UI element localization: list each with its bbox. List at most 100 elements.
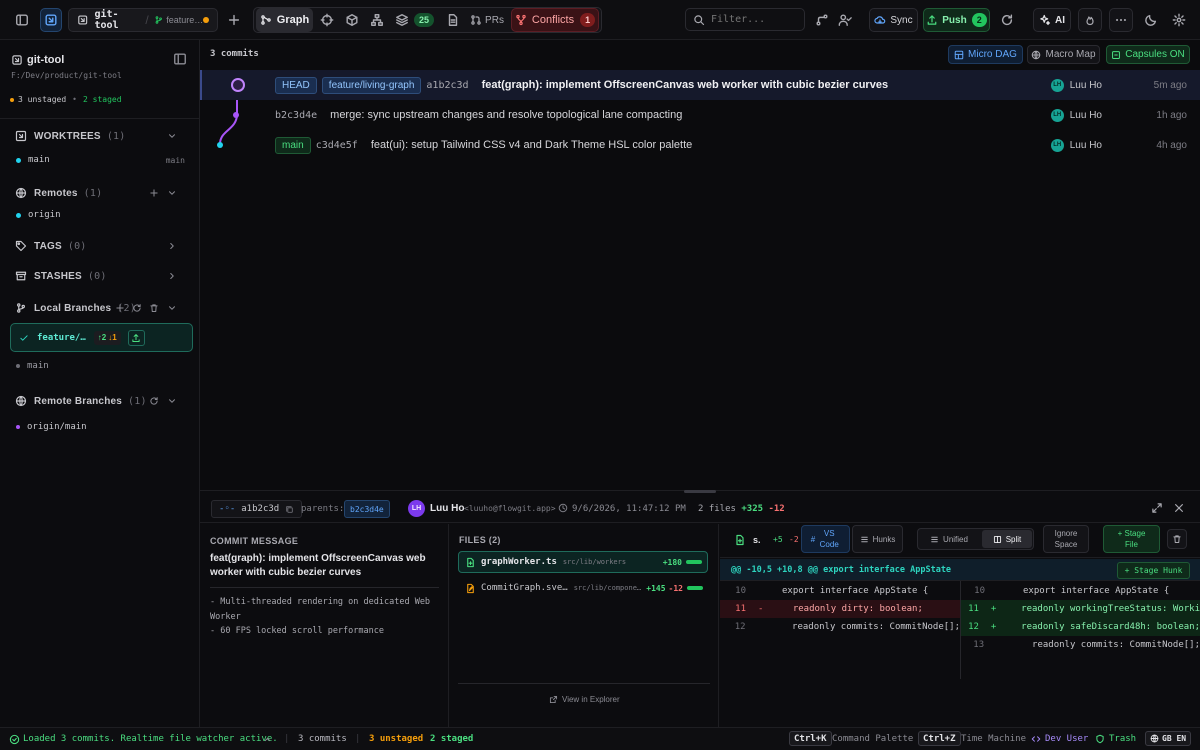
vscode-label: VS Code bbox=[819, 529, 839, 549]
remote-branches-header[interactable]: Remote Branches (1) bbox=[15, 395, 190, 407]
micro-dag-button[interactable]: Micro DAG bbox=[948, 45, 1023, 64]
tab-focus[interactable] bbox=[316, 8, 338, 32]
status-unstaged[interactable]: 3 unstaged bbox=[369, 734, 423, 744]
push-branch-button[interactable] bbox=[127, 329, 145, 346]
chevron-right-icon[interactable] bbox=[167, 241, 177, 251]
commit-row[interactable]: b2c3d4e merge: sync upstream changes and… bbox=[200, 100, 1200, 130]
refresh-icon[interactable] bbox=[132, 303, 142, 313]
filter-input[interactable] bbox=[711, 14, 796, 25]
file-item[interactable]: graphWorker.ts src/lib/workers +180 bbox=[458, 551, 708, 573]
view-in-explorer-label: View in Explorer bbox=[562, 695, 620, 704]
parent-hash[interactable]: b2c3d4e bbox=[344, 500, 390, 518]
command-palette-shortcut[interactable]: Ctrl+K bbox=[789, 731, 832, 746]
theme-toggle-button[interactable] bbox=[1140, 8, 1162, 32]
stashes-header[interactable]: STASHES (0) bbox=[15, 270, 190, 282]
commit-row[interactable]: HEAD feature/living-graph a1b2c3d feat(g… bbox=[200, 70, 1200, 100]
branch-tag[interactable]: feature/living-graph bbox=[321, 76, 422, 94]
split-label: Split bbox=[1005, 534, 1022, 544]
tags-header[interactable]: TAGS (0) bbox=[15, 240, 190, 252]
time-machine-shortcut[interactable]: Ctrl+Z bbox=[918, 731, 961, 746]
ai-button[interactable]: AI bbox=[1033, 8, 1071, 32]
tab-tree[interactable] bbox=[366, 8, 388, 32]
time-machine-label[interactable]: Time Machine bbox=[961, 734, 1026, 744]
commit-row[interactable]: main c3d4e5f feat(ui): setup Tailwind CS… bbox=[200, 130, 1200, 160]
chevron-up-icon[interactable] bbox=[263, 735, 272, 744]
filter-user-button[interactable] bbox=[834, 8, 856, 32]
filter-path-button[interactable] bbox=[811, 8, 833, 32]
tab-packages[interactable] bbox=[341, 8, 363, 32]
remote-item[interactable]: origin bbox=[16, 210, 191, 220]
head-tag: HEAD bbox=[275, 76, 317, 94]
behind-count: ↓1 bbox=[108, 333, 117, 342]
new-tab-button[interactable] bbox=[222, 8, 246, 32]
commit-message: feat(ui): setup Tailwind CSS v4 and Dark… bbox=[370, 139, 693, 151]
check-circle-icon bbox=[9, 734, 20, 745]
status-staged[interactable]: 2 staged bbox=[430, 734, 473, 744]
copy-icon[interactable] bbox=[285, 505, 294, 514]
clock-icon bbox=[558, 503, 568, 513]
split-view-button[interactable]: Split bbox=[982, 530, 1032, 548]
chevron-right-icon[interactable] bbox=[167, 271, 177, 281]
tab-prs[interactable]: PRs bbox=[467, 8, 507, 32]
main-tag[interactable]: main bbox=[275, 136, 311, 154]
remotes-header[interactable]: Remotes (1) bbox=[15, 187, 190, 199]
cube-icon bbox=[346, 14, 358, 26]
plus-icon[interactable] bbox=[115, 303, 125, 313]
local-branches-header[interactable]: Local Branches (2) bbox=[15, 302, 190, 314]
trash-label[interactable]: Trash bbox=[1109, 734, 1136, 744]
maximize-icon[interactable] bbox=[1151, 502, 1163, 514]
author-name: Luu Ho bbox=[1069, 139, 1102, 151]
tab-docs[interactable] bbox=[442, 8, 464, 32]
view-in-explorer-button[interactable]: View in Explorer bbox=[549, 695, 620, 704]
ignore-space-button[interactable]: Ignore Space bbox=[1043, 525, 1089, 553]
remote-branch-item[interactable]: origin/main bbox=[16, 422, 191, 432]
tab-stacks[interactable]: 25 bbox=[391, 8, 435, 32]
macro-map-button[interactable]: Macro Map bbox=[1027, 45, 1100, 64]
refresh-icon[interactable] bbox=[149, 396, 159, 406]
trash-icon[interactable] bbox=[149, 303, 159, 313]
worktrees-header[interactable]: WORKTREES (1) bbox=[15, 130, 190, 142]
repo-tab[interactable]: git-tool / feature… bbox=[68, 8, 218, 32]
dev-user-label[interactable]: Dev User bbox=[1045, 734, 1088, 744]
plus-icon[interactable] bbox=[149, 188, 159, 198]
flame-button[interactable] bbox=[1078, 8, 1102, 32]
close-icon[interactable] bbox=[1173, 502, 1185, 514]
parents-label: parents: bbox=[301, 504, 345, 514]
hunks-button[interactable]: Hunks bbox=[852, 525, 903, 553]
collapse-sidebar-button[interactable] bbox=[173, 52, 189, 68]
active-branch-item[interactable]: feature/… ↑2 ↓1 bbox=[10, 323, 193, 352]
command-palette-label[interactable]: Command Palette bbox=[832, 734, 913, 744]
stage-file-button[interactable]: + Stage File bbox=[1103, 525, 1160, 553]
app-logo-button[interactable] bbox=[40, 8, 62, 32]
refresh-button[interactable] bbox=[996, 8, 1018, 32]
list-icon bbox=[860, 536, 868, 542]
chevron-down-icon[interactable] bbox=[167, 396, 177, 406]
more-menu-button[interactable] bbox=[1109, 8, 1133, 32]
sync-button[interactable]: Sync bbox=[869, 8, 918, 32]
shield-icon bbox=[1096, 734, 1104, 744]
language-switch[interactable]: GB EN bbox=[1145, 731, 1192, 746]
author-name: Luu Ho bbox=[1069, 79, 1102, 91]
commit-hash-chip[interactable]: -◦- a1b2c3d bbox=[211, 500, 303, 518]
tab-conflicts-label: Conflicts bbox=[531, 14, 575, 26]
tab-conflicts[interactable]: Conflicts 1 bbox=[511, 8, 599, 32]
stage-hunk-button[interactable]: + Stage Hunk bbox=[1117, 562, 1190, 579]
tab-graph[interactable]: Graph bbox=[256, 8, 313, 32]
file-item[interactable]: CommitGraph.sve… src/lib/compone… +145 -… bbox=[458, 577, 708, 599]
branch-item[interactable]: main bbox=[16, 361, 191, 371]
chevron-down-icon[interactable] bbox=[167, 188, 177, 198]
capsules-toggle[interactable]: Capsules ON bbox=[1106, 45, 1190, 64]
settings-button[interactable] bbox=[1168, 8, 1190, 32]
hunks-label: Hunks bbox=[872, 534, 896, 544]
file-modified-icon bbox=[467, 583, 474, 593]
open-in-vscode-button[interactable]: # VS Code bbox=[801, 525, 850, 553]
filter-box[interactable] bbox=[685, 8, 805, 31]
worktree-item[interactable]: main main bbox=[16, 155, 191, 165]
push-button[interactable]: Push 2 bbox=[923, 8, 990, 32]
sidebar-toggle-button[interactable] bbox=[10, 8, 34, 32]
chevron-down-icon[interactable] bbox=[167, 131, 177, 141]
unified-view-button[interactable]: Unified bbox=[919, 530, 979, 548]
chevron-down-icon[interactable] bbox=[167, 303, 177, 313]
remote-branches-count: (1) bbox=[128, 395, 147, 407]
discard-file-button[interactable] bbox=[1167, 529, 1187, 549]
